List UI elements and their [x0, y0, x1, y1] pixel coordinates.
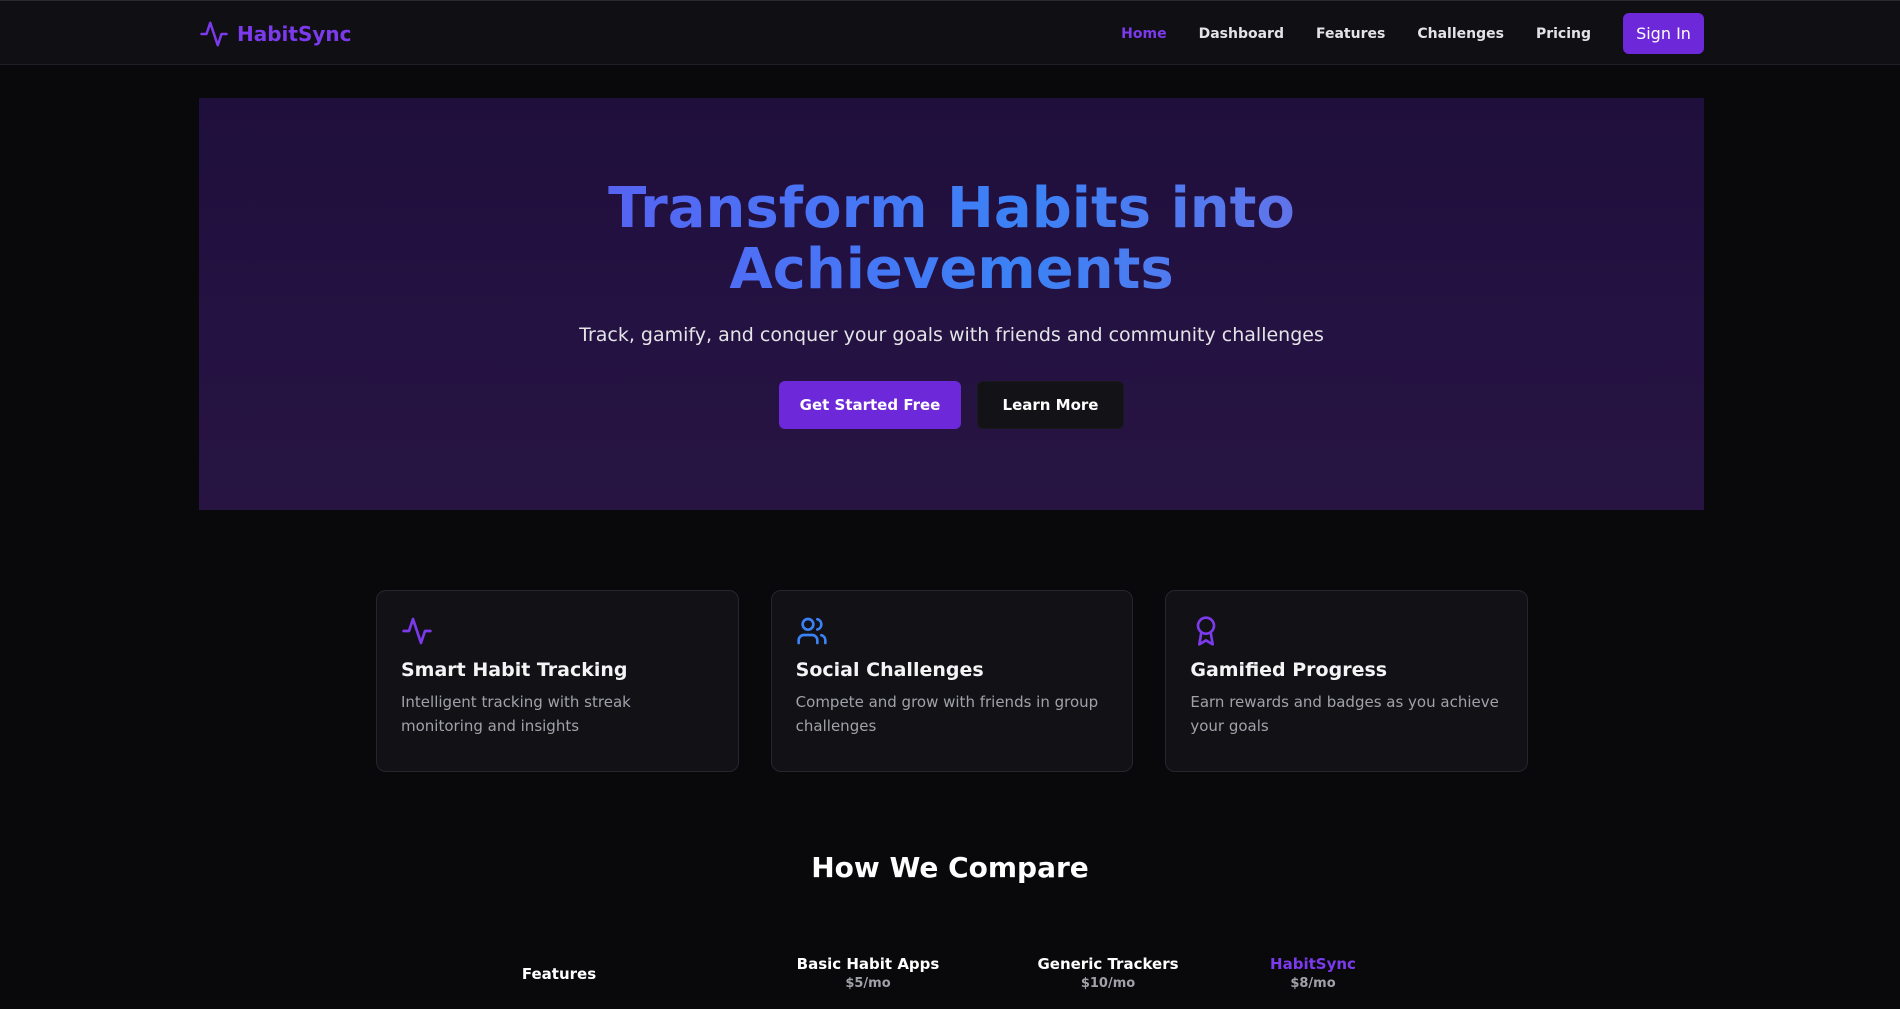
feature-title: Smart Habit Tracking [401, 659, 628, 681]
feature-description: Earn rewards and badges as you achieve y… [1190, 693, 1499, 735]
hero-title-line-2: Achievements [729, 237, 1174, 302]
compare-column-name: HabitSync [1270, 955, 1356, 973]
feature-title: Social Challenges [795, 659, 984, 681]
compare-column-generic: Generic Trackers $10/mo [1008, 955, 1208, 991]
compare-column-habitsync: HabitSync $8/mo [1213, 955, 1413, 991]
compare-column-name: Generic Trackers [1037, 955, 1179, 973]
sign-in-button[interactable]: Sign In [1623, 13, 1704, 54]
hero-actions: Get Started Free Learn More [199, 381, 1704, 429]
get-started-button[interactable]: Get Started Free [779, 381, 961, 429]
feature-card-social: Social Challenges Compete and grow with … [770, 590, 1134, 772]
users-icon [797, 617, 827, 645]
brand-name: HabitSync [237, 22, 352, 46]
compare-features-header: Features [459, 965, 659, 983]
activity-icon [200, 21, 228, 47]
compare-features-label: Features [521, 965, 597, 983]
feature-description: Intelligent tracking with streak monitor… [401, 693, 631, 735]
compare-column-price: $8/mo [1290, 976, 1336, 991]
feature-description: Compete and grow with friends in group c… [795, 693, 1099, 735]
nav-link-dashboard[interactable]: Dashboard [1199, 26, 1284, 42]
activity-icon [402, 617, 432, 645]
hero-title-line-1: Transform Habits into [608, 176, 1295, 241]
compare-column-basic: Basic Habit Apps $5/mo [768, 955, 968, 991]
nav-link-home[interactable]: Home [1121, 26, 1166, 42]
hero-subtitle: Track, gamify, and conquer your goals wi… [579, 324, 1324, 346]
compare-section-title: How We Compare [811, 851, 1089, 884]
feature-card-tracking: Smart Habit Tracking Intelligent trackin… [376, 590, 739, 772]
features-section: Smart Habit Tracking Intelligent trackin… [376, 590, 1529, 772]
hero-section: Transform Habits into Achievements Track… [199, 98, 1704, 510]
brand-logo-link[interactable]: HabitSync [199, 18, 352, 50]
learn-more-button[interactable]: Learn More [977, 381, 1124, 429]
compare-column-name: Basic Habit Apps [796, 955, 940, 973]
compare-column-price: $10/mo [1080, 976, 1136, 991]
nav-link-pricing[interactable]: Pricing [1536, 26, 1591, 42]
hero-title: Transform Habits into Achievements [199, 178, 1704, 300]
feature-card-gamified: Gamified Progress Earn rewards and badge… [1165, 590, 1529, 772]
nav-link-features[interactable]: Features [1316, 26, 1385, 42]
nav-link-challenges[interactable]: Challenges [1417, 26, 1504, 42]
award-icon [1197, 616, 1216, 646]
nav-links: Home Dashboard Features Challenges Prici… [1121, 13, 1704, 54]
feature-title: Gamified Progress [1190, 659, 1388, 681]
compare-column-price: $5/mo [845, 976, 891, 991]
top-navbar: HabitSync Home Dashboard Features Challe… [0, 0, 1900, 65]
